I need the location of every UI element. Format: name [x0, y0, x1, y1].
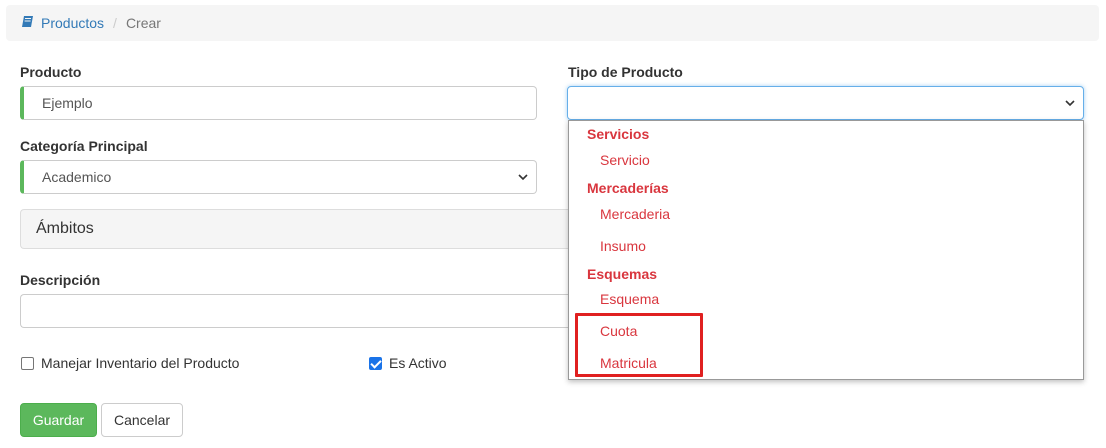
inventario-checkbox-row[interactable]: Manejar Inventario del Producto	[21, 355, 239, 371]
cancelar-button[interactable]: Cancelar	[101, 403, 183, 437]
tipo-producto-select[interactable]	[567, 86, 1084, 120]
optgroup-servicios: Servicios	[587, 126, 650, 142]
annotation-highlight-box	[575, 313, 703, 377]
categoria-principal-select[interactable]: Academico	[20, 160, 537, 194]
ambitos-title: Ámbitos	[36, 220, 94, 237]
chevron-down-icon	[518, 174, 528, 181]
book-icon	[22, 15, 34, 31]
option-mercaderia[interactable]: Mercaderia	[600, 206, 670, 222]
optgroup-mercaderias: Mercaderías	[587, 180, 669, 196]
activo-label: Es Activo	[389, 355, 447, 371]
option-servicio[interactable]: Servicio	[600, 152, 650, 168]
inventario-label: Manejar Inventario del Producto	[41, 355, 240, 371]
optgroup-esquemas: Esquemas	[587, 266, 658, 282]
producto-value: Ejemplo	[42, 95, 93, 111]
breadcrumb-separator: /	[113, 15, 117, 31]
inventario-checkbox[interactable]	[21, 356, 34, 370]
breadcrumb-current: Crear	[125, 15, 161, 31]
categoria-principal-label: Categoría Principal	[20, 138, 148, 154]
chevron-down-icon	[1065, 100, 1075, 107]
activo-checkbox[interactable]	[369, 356, 382, 370]
breadcrumb-productos-label: Productos	[41, 15, 105, 31]
breadcrumb: Productos / Crear	[6, 5, 1099, 41]
categoria-principal-value: Academico	[42, 169, 112, 185]
option-insumo[interactable]: Insumo	[600, 238, 646, 254]
guardar-button[interactable]: Guardar	[20, 403, 97, 437]
producto-label: Producto	[20, 64, 82, 80]
producto-input[interactable]: Ejemplo	[20, 86, 537, 120]
ambitos-panel-header[interactable]: Ámbitos	[20, 209, 568, 249]
tipo-producto-label: Tipo de Producto	[568, 64, 683, 80]
breadcrumb-productos-link[interactable]: Productos	[22, 15, 104, 31]
activo-checkbox-row[interactable]: Es Activo	[369, 355, 447, 371]
descripcion-input[interactable]	[20, 294, 580, 328]
descripcion-label: Descripción	[20, 272, 101, 288]
option-esquema[interactable]: Esquema	[600, 291, 659, 307]
